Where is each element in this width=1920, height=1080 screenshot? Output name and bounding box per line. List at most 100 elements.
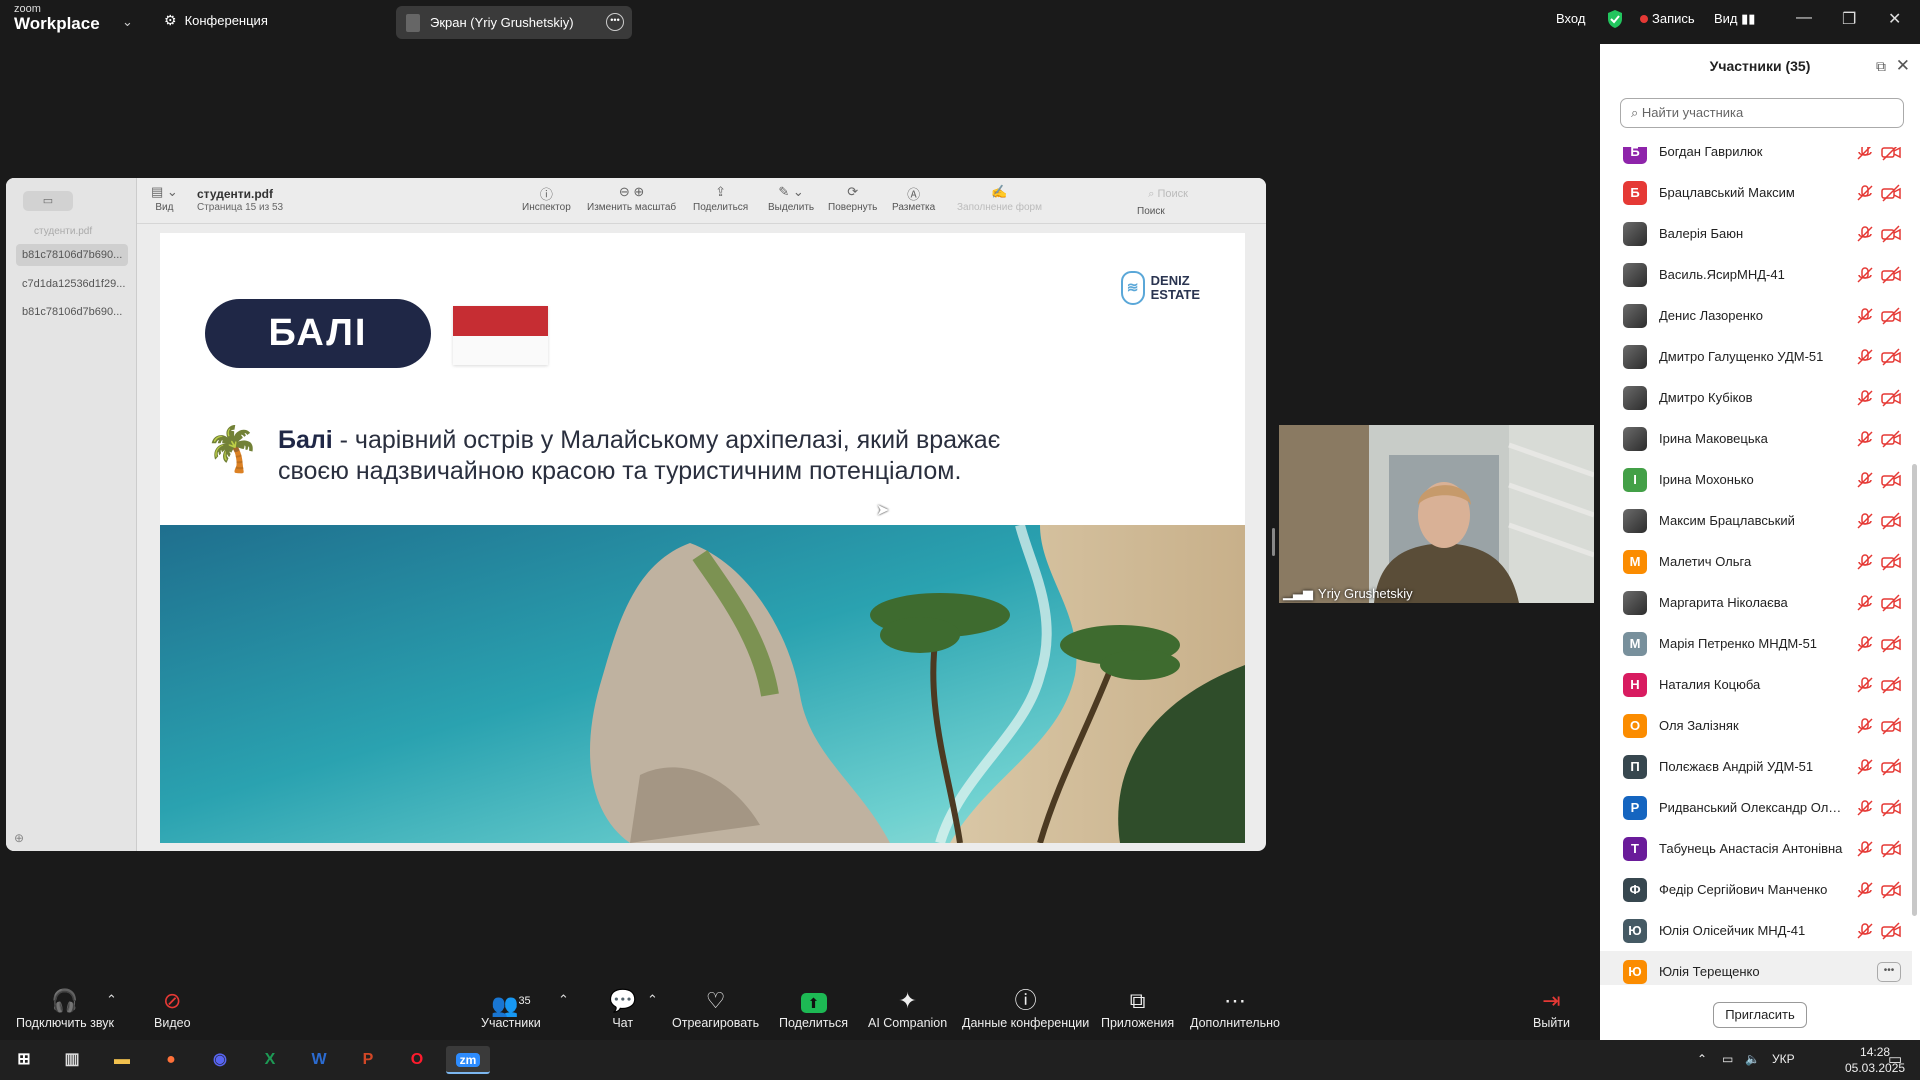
inspector-button[interactable]: ⓘ Инспектор [522, 184, 571, 213]
participant-name: Дмитро Кубіков [1659, 390, 1753, 405]
participant-row[interactable]: Н Наталия Коцюба [1600, 664, 1912, 705]
more-icon[interactable]: ••• [606, 13, 624, 31]
windows-start-icon[interactable]: ⊞ [6, 1046, 42, 1074]
chat-icon: 💬 [609, 988, 637, 1013]
recording-indicator[interactable]: Запись [1640, 11, 1695, 26]
video-off-icon [1881, 634, 1901, 653]
participant-row[interactable]: Б Брацлавський Максим [1600, 172, 1912, 213]
participant-row[interactable]: Василь.ЯсирМНД-41 [1600, 254, 1912, 295]
participant-row[interactable]: О Оля Залізняк [1600, 705, 1912, 746]
discord-icon[interactable]: ◉ [202, 1046, 238, 1074]
participants-caret-icon[interactable]: ⌃ [558, 992, 569, 1008]
participant-row[interactable]: Ірина Маковецька [1600, 418, 1912, 459]
participant-search-input[interactable]: ⌕ Найти участника [1620, 98, 1904, 128]
settings-icon[interactable]: ⊕ [14, 831, 24, 845]
muted-mic-icon [1857, 553, 1873, 570]
powerpoint-icon[interactable]: P [350, 1046, 386, 1074]
apps-button[interactable]: ⧉ Приложения [1101, 988, 1174, 1030]
thumbnail-item[interactable]: c7d1da12536d1f29... [16, 273, 128, 295]
participant-row[interactable]: Дмитро Галущенко УДМ-51 [1600, 336, 1912, 377]
close-panel-icon[interactable]: ✕ [1896, 44, 1910, 88]
participant-row[interactable]: М Марія Петренко МНДМ-51 [1600, 623, 1912, 664]
form-button[interactable]: ✍ Заполнение форм [957, 184, 1042, 213]
react-button[interactable]: ♡ Отреагировать [672, 988, 759, 1030]
sidebar-file-name: студенти.pdf [34, 226, 93, 237]
pdf-file-title: студенти.pdf [197, 187, 274, 201]
opera-icon[interactable]: O [399, 1046, 435, 1074]
participant-row[interactable]: Р Ридванський Олександр Олександрович [1600, 787, 1912, 828]
close-icon[interactable]: ✕ [1888, 9, 1901, 29]
markup-button[interactable]: Ⓐ Разметка [892, 184, 935, 213]
participant-avatar: Б [1623, 180, 1647, 205]
meeting-info-toolbar-button[interactable]: ⓘ Данные конференции [962, 988, 1089, 1030]
restore-icon[interactable]: ❐ [1842, 9, 1856, 29]
rotate-button[interactable]: ⟳ Повернуть [828, 184, 877, 213]
popout-icon[interactable]: ⧉ [1876, 44, 1886, 88]
participant-row[interactable]: Б Богдан Гаврилюк [1600, 147, 1912, 172]
minimize-icon[interactable]: — [1796, 9, 1812, 27]
participant-row[interactable]: М Малетич Ольга [1600, 541, 1912, 582]
highlight-button[interactable]: ✎ ⌄ Выделить [768, 184, 814, 213]
participant-row[interactable]: Ю Юлія Олісейчик МНД-41 [1600, 910, 1912, 951]
more-button[interactable]: ⋯ Дополнительно [1190, 988, 1280, 1030]
tray-chevron-icon[interactable]: ⌃ [1697, 1052, 1707, 1066]
signin-link[interactable]: Вход [1556, 11, 1585, 26]
invite-button[interactable]: Пригласить [1713, 1002, 1807, 1028]
chat-label: Чат [612, 1016, 634, 1030]
share-button[interactable]: ⬆ Поделиться [779, 988, 848, 1030]
pdf-search-input[interactable]: ⌕ Поиск [1148, 188, 1188, 201]
participant-row[interactable]: Ф Федір Сергійович Манченко [1600, 869, 1912, 910]
excel-icon[interactable]: X [252, 1046, 288, 1074]
participant-more-icon[interactable]: ••• [1877, 961, 1901, 982]
leave-button[interactable]: ⇥ Выйти [1533, 988, 1570, 1030]
participants-scrollbar[interactable] [1912, 464, 1917, 916]
zoom-button[interactable]: ⊖ ⊕ Изменить масштаб [587, 184, 676, 213]
view-button[interactable]: ▤ ⌄ Вид [151, 184, 178, 213]
video-off-icon [1881, 429, 1901, 448]
participant-row[interactable]: Дмитро Кубіков [1600, 377, 1912, 418]
participant-avatar: Н [1623, 672, 1647, 697]
word-icon[interactable]: W [301, 1046, 337, 1074]
participant-row[interactable]: І Ірина Мохонько [1600, 459, 1912, 500]
video-button[interactable]: ⊘ Видео [154, 988, 191, 1030]
audio-options-caret-icon[interactable]: ⌃ [106, 992, 117, 1008]
participant-avatar [1623, 221, 1647, 246]
participant-row[interactable]: Валерія Баюн [1600, 213, 1912, 254]
notifications-icon[interactable]: ▭ [1888, 1050, 1902, 1068]
network-icon[interactable]: ▭ [1722, 1052, 1733, 1066]
join-audio-button[interactable]: 🎧 Подключить звук [16, 988, 114, 1030]
volume-icon[interactable]: 🔈 [1745, 1052, 1760, 1066]
sidebar-toggle-icon[interactable]: ▭ [23, 191, 73, 211]
meeting-info-button[interactable]: ⚙ Конференция [164, 12, 268, 29]
firefox-icon[interactable]: ● [153, 1046, 189, 1074]
rotate-icon: ⟳ [847, 184, 859, 199]
chat-button[interactable]: 💬 Чат [609, 988, 636, 1030]
chevron-down-icon[interactable]: ⌄ [122, 14, 133, 30]
thumbnail-item[interactable]: b81c78106d7b690... [16, 244, 128, 266]
ai-companion-button[interactable]: ✦ AI Companion [868, 988, 947, 1030]
zoom-taskbar-icon[interactable]: zm [446, 1046, 490, 1074]
muted-mic-icon [1857, 147, 1872, 160]
participant-row[interactable]: П Полєжаєв Андрій УДМ-51 [1600, 746, 1912, 787]
participant-name: Ірина Мохонько [1659, 472, 1754, 487]
heart-icon: ♡ [705, 988, 726, 1013]
security-shield-icon[interactable] [1606, 9, 1624, 32]
share-pdf-button[interactable]: ⇪ Поделиться [693, 184, 748, 213]
video-tile[interactable]: ▁▃▅ Yriy Grushetskiy [1279, 425, 1594, 603]
participant-row[interactable]: Ю Юлія Терещенко ••• [1600, 951, 1912, 985]
video-name-label: ▁▃▅ Yriy Grushetskiy [1283, 585, 1413, 601]
participant-row[interactable]: Т Табунець Анастасія Антонівна [1600, 828, 1912, 869]
thumbnail-item[interactable]: b81c78106d7b690... [16, 301, 128, 323]
view-menu[interactable]: Вид ▮▮ [1714, 11, 1755, 27]
file-explorer-icon[interactable]: ▬ [104, 1046, 140, 1074]
chat-caret-icon[interactable]: ⌃ [647, 992, 658, 1008]
participant-row[interactable]: Максим Брацлавський [1600, 500, 1912, 541]
task-view-icon[interactable]: ▥ [54, 1046, 90, 1074]
participant-row[interactable]: Денис Лазоренко [1600, 295, 1912, 336]
language-indicator[interactable]: УКР [1772, 1052, 1795, 1066]
participant-row[interactable]: Маргарита Ніколаєва [1600, 582, 1912, 623]
split-handle[interactable] [1272, 528, 1275, 556]
share-screen-pill[interactable]: Экран (Yriy Grushetskiy) ••• [396, 6, 632, 39]
participants-button[interactable]: 👥35 Участники [481, 988, 541, 1030]
muted-mic-icon [1857, 389, 1873, 406]
